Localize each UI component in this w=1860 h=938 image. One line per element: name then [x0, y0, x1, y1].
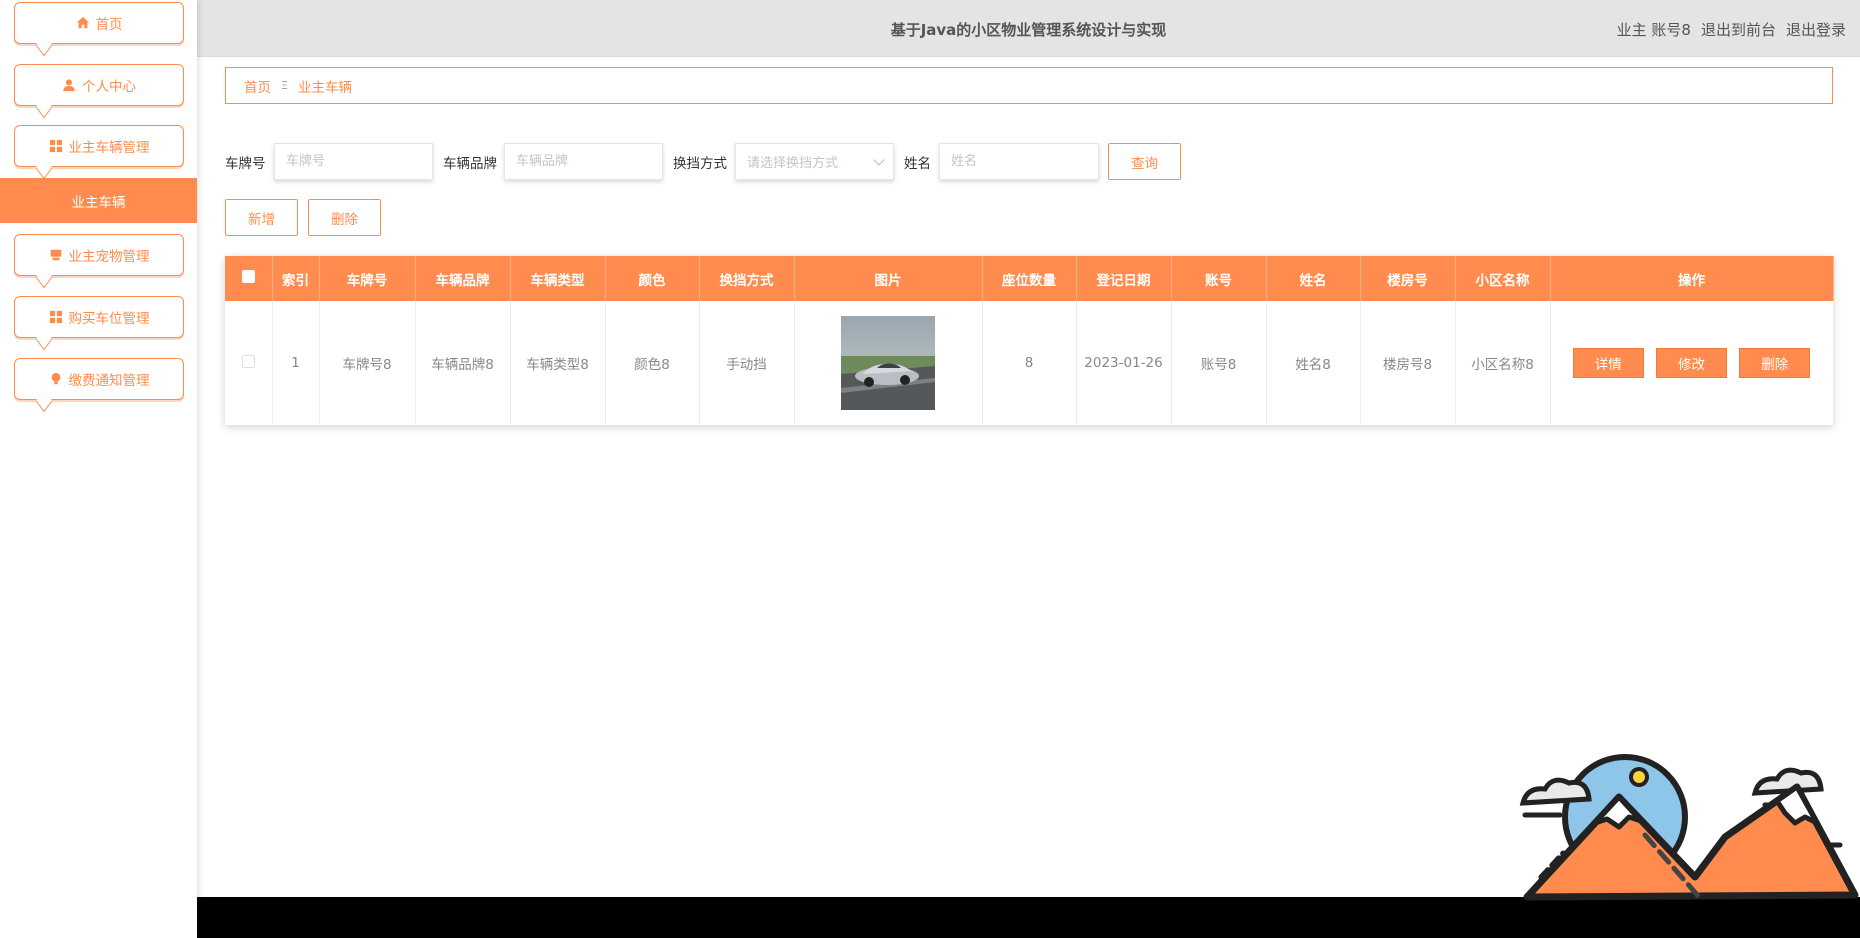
row-select-cell[interactable]	[225, 301, 273, 425]
delete-button[interactable]: 删除	[308, 199, 381, 236]
gear-select[interactable]: 请选择换挡方式	[735, 143, 894, 180]
cell-brand: 车辆品牌8	[415, 301, 511, 425]
plate-label: 车牌号	[225, 156, 266, 172]
name-label: 姓名	[904, 156, 931, 172]
breadcrumb-current: 业主车辆	[297, 79, 352, 96]
sidebar-item-vehicle-management[interactable]: 业主车辆管理	[14, 125, 184, 180]
breadcrumb-home[interactable]: 首页	[244, 76, 271, 96]
back-to-front-link[interactable]: 退出到前台	[1701, 19, 1776, 40]
sidebar-item-label: 业主车辆管理	[68, 140, 150, 156]
sidebar-subitem-owner-vehicle[interactable]: 业主车辆	[0, 178, 197, 223]
breadcrumb: 首页 Ξ 业主车辆	[225, 67, 1833, 104]
edit-button[interactable]: 修改	[1656, 348, 1727, 378]
menu-tail	[35, 389, 53, 413]
detail-button[interactable]: 详情	[1572, 348, 1644, 378]
brand-label: 车辆品牌	[443, 156, 497, 172]
header-user-area: 业主 账号8 退出到前台 退出登录	[1617, 19, 1846, 40]
top-header: 基于Java的小区物业管理系统设计与实现 业主 账号8 退出到前台 退出登录	[197, 0, 1860, 57]
column-header: 操作	[1550, 256, 1834, 301]
menu-tail	[35, 265, 53, 289]
gear-select-placeholder: 请选择换挡方式	[747, 156, 839, 171]
cell-building: 楼房号8	[1360, 301, 1456, 425]
user-icon	[62, 78, 76, 92]
grid-icon	[49, 139, 63, 153]
sidebar-item-label: 个人中心	[82, 79, 136, 95]
column-header: 颜色	[605, 256, 700, 301]
sidebar-item-parking-management[interactable]: 购买车位管理	[14, 296, 184, 351]
select-all-checkbox[interactable]	[241, 270, 255, 283]
table-header-row: 索引 车牌号 车辆品牌 车辆类型 颜色 换挡方式 图片 座位数量 登记日期 账号…	[225, 256, 1834, 301]
grid-icon	[49, 310, 63, 324]
column-header: 姓名	[1266, 256, 1361, 301]
name-input[interactable]	[951, 144, 1098, 179]
car-photo	[841, 316, 935, 410]
sidebar-item-pet-management[interactable]: 业主宠物管理	[14, 234, 184, 289]
column-header: 车辆类型	[510, 256, 606, 301]
menu-tail	[35, 33, 53, 57]
menu-tail	[35, 95, 53, 119]
sidebar-item-label: 首页	[95, 17, 123, 33]
sidebar-item-home[interactable]: 首页	[14, 2, 184, 57]
mountain-illustration	[1519, 754, 1859, 901]
column-header: 车牌号	[319, 256, 416, 301]
add-button[interactable]: 新增	[225, 199, 298, 236]
brand-input-wrap	[504, 143, 663, 180]
select-all-header[interactable]	[225, 256, 273, 301]
query-button[interactable]: 查询	[1108, 143, 1181, 180]
pet-icon	[49, 248, 63, 262]
cell-community: 小区名称8	[1455, 301, 1551, 425]
cell-photo	[794, 301, 983, 425]
sidebar-item-label: 缴费通知管理	[68, 373, 150, 389]
column-header: 楼房号	[1360, 256, 1456, 301]
menu-tail	[35, 156, 53, 180]
cell-name: 姓名8	[1266, 301, 1361, 425]
cell-plate: 车牌号8	[319, 301, 416, 425]
sidebar-item-label: 购买车位管理	[68, 311, 150, 327]
column-header: 座位数量	[982, 256, 1077, 301]
cell-gear: 手动挡	[699, 301, 795, 425]
column-header: 图片	[794, 256, 983, 301]
cell-type: 车辆类型8	[510, 301, 606, 425]
column-header: 登记日期	[1076, 256, 1172, 301]
table-row: 1 车牌号8 车辆品牌8 车辆类型8 颜色8 手动挡 8 2023-01-26 …	[225, 301, 1834, 425]
cell-operations: 详情 修改 删除	[1550, 301, 1834, 425]
user-role: 业主 账号8	[1616, 21, 1691, 39]
breadcrumb-separator: Ξ	[281, 79, 288, 92]
brand-input[interactable]	[516, 144, 662, 179]
cell-date: 2023-01-26	[1076, 301, 1172, 425]
gear-label: 换挡方式	[673, 156, 727, 172]
cell-account: 账号8	[1171, 301, 1267, 425]
column-header: 换挡方式	[699, 256, 795, 301]
column-header: 账号	[1171, 256, 1267, 301]
vehicle-table: 索引 车牌号 车辆品牌 车辆类型 颜色 换挡方式 图片 座位数量 登记日期 账号…	[225, 256, 1834, 425]
column-header: 小区名称	[1455, 256, 1551, 301]
plate-input[interactable]	[286, 144, 432, 179]
sidebar-item-fee-notice[interactable]: 缴费通知管理	[14, 358, 184, 413]
app-title: 基于Java的小区物业管理系统设计与实现	[890, 21, 1167, 39]
logout-link[interactable]: 退出登录	[1786, 19, 1846, 40]
row-checkbox[interactable]	[241, 354, 255, 368]
sidebar-item-label: 业主宠物管理	[68, 249, 150, 265]
name-input-wrap	[939, 143, 1099, 180]
plate-input-wrap	[274, 143, 433, 180]
row-delete-button[interactable]: 删除	[1739, 348, 1811, 378]
column-header: 索引	[272, 256, 320, 301]
cell-seats: 8	[982, 301, 1077, 425]
cell-index: 1	[272, 301, 320, 425]
bulb-icon	[49, 372, 63, 386]
cell-color: 颜色8	[605, 301, 700, 425]
home-icon	[76, 16, 90, 30]
sidebar-item-profile[interactable]: 个人中心	[14, 64, 184, 119]
sidebar: 首页 个人中心 业主车辆管理 业主车辆 业主宠物管理 购买车位管理 缴费通知管理	[0, 0, 197, 938]
column-header: 车辆品牌	[415, 256, 511, 301]
menu-tail	[35, 327, 53, 351]
chevron-down-icon	[873, 154, 885, 166]
